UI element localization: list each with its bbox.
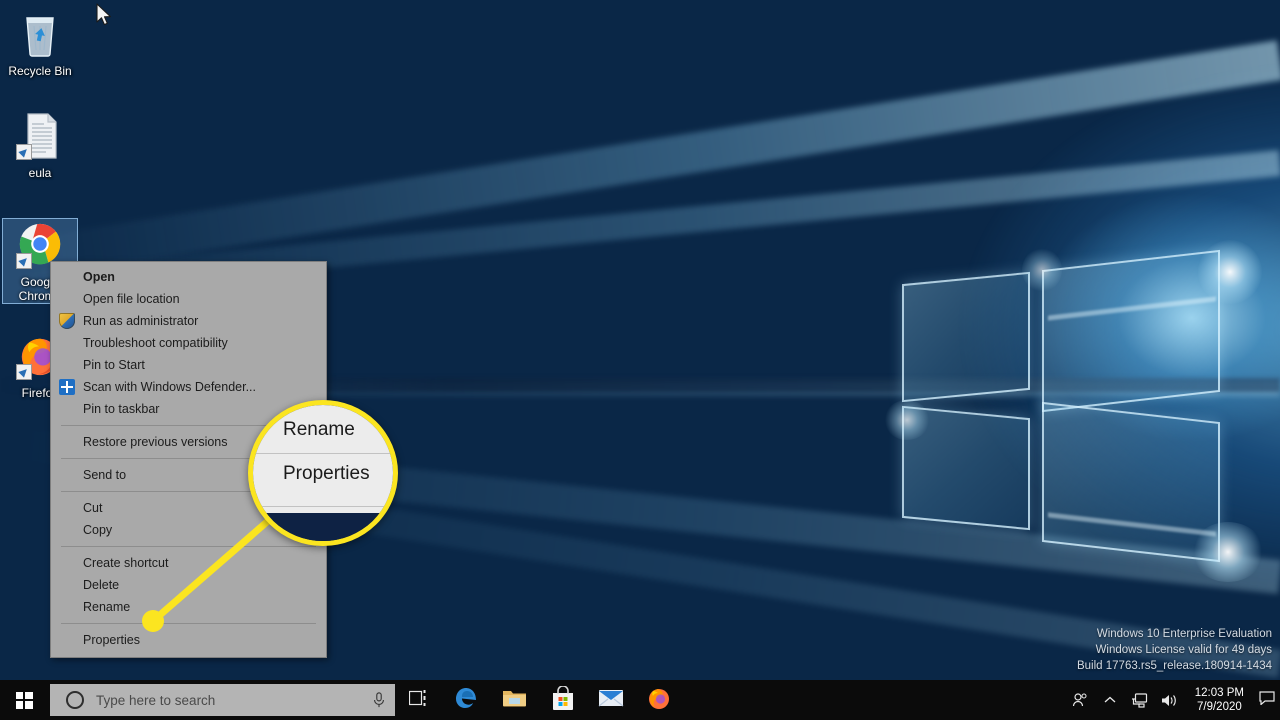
firefox-icon (647, 686, 671, 715)
menu-item-open[interactable]: Open (51, 266, 326, 288)
menu-item-label: Delete (83, 578, 120, 592)
menu-item-open-file-location[interactable]: Open file location (51, 288, 326, 310)
menu-item-label: Troubleshoot compatibility (83, 336, 228, 350)
menu-item-label: Send to (83, 468, 127, 482)
cortana-circle-icon (66, 691, 84, 709)
magnifier-content: Rename Properties (253, 405, 393, 541)
shield-icon (59, 313, 75, 329)
menu-item-properties[interactable]: Properties (51, 629, 326, 651)
menu-item-troubleshoot-compatibility[interactable]: Troubleshoot compatibility (51, 332, 326, 354)
microsoft-edge-icon (454, 685, 480, 716)
clock-time: 12:03 PM (1194, 687, 1244, 699)
action-center-button[interactable] (1254, 680, 1280, 720)
action-center-icon (1259, 690, 1275, 710)
menu-item-rename[interactable]: Rename (51, 596, 326, 618)
taskbar-edge-button[interactable] (443, 680, 491, 720)
menu-item-delete[interactable]: Delete (51, 574, 326, 596)
magnified-item-rename: Rename (283, 419, 355, 440)
menu-item-label: Rename (83, 600, 131, 614)
speaker-icon[interactable] (1155, 680, 1185, 720)
logo-sparkle (884, 400, 930, 440)
desktop-icon-recycle-bin[interactable]: Recycle Bin (2, 8, 78, 78)
microsoft-store-icon (552, 684, 574, 715)
task-view-button[interactable] (395, 680, 443, 720)
logo-sparkle (1022, 248, 1062, 292)
logo-pane-bottom-right (1042, 401, 1220, 563)
watermark-line-2: Windows License valid for 49 days (1095, 644, 1272, 656)
menu-item-label: Properties (83, 633, 140, 647)
watermark-line-3: Build 17763.rs5_release.180914-1434 (1076, 660, 1272, 672)
microphone-icon[interactable] (363, 684, 395, 716)
watermark-line-1: Windows 10 Enterprise Evaluation (1096, 628, 1272, 640)
magnifier-separator (253, 453, 393, 454)
windows-activation-watermark: Windows 10 Enterprise Evaluation Windows… (1077, 626, 1272, 674)
taskbar-store-button[interactable] (539, 680, 587, 720)
menu-item-label: Restore previous versions (83, 435, 228, 449)
desktop-icon-label: Recycle Bin (8, 64, 72, 78)
file-explorer-icon (502, 687, 528, 714)
magnifier-callout: Rename Properties (248, 400, 398, 546)
menu-item-run-as-administrator[interactable]: Run as administrator (51, 310, 326, 332)
search-input[interactable]: Type here to search (50, 684, 395, 716)
network-icon[interactable] (1125, 680, 1155, 720)
taskbar-firefox-button[interactable] (635, 680, 683, 720)
menu-separator (61, 623, 316, 624)
windows-defender-icon (59, 379, 75, 395)
taskbar-file-explorer-button[interactable] (491, 680, 539, 720)
windows-start-icon (15, 691, 33, 709)
menu-item-label: Pin to Start (83, 358, 145, 372)
logo-sparkle (1198, 240, 1262, 304)
menu-item-label: Open file location (83, 292, 180, 306)
chevron-up-icon[interactable] (1095, 680, 1125, 720)
task-view-icon (408, 689, 429, 712)
menu-item-label: Pin to taskbar (83, 402, 160, 416)
menu-item-label: Cut (83, 501, 103, 515)
magnifier-separator (253, 506, 393, 507)
desktop-icon-eula[interactable]: eula (2, 110, 78, 180)
clock-date: 7/9/2020 (1197, 701, 1242, 713)
logo-pane-top-right (1042, 249, 1220, 413)
shortcut-overlay-icon (16, 253, 32, 269)
menu-item-create-shortcut[interactable]: Create shortcut (51, 552, 326, 574)
logo-sparkle (1192, 522, 1264, 582)
menu-item-label: Open (83, 270, 115, 284)
menu-item-label: Create shortcut (83, 556, 169, 570)
desktop-icon-label: eula (28, 166, 52, 180)
menu-item-label: Scan with Windows Defender... (83, 380, 256, 394)
taskbar: Type here to search 12:03 PM 7/9/2020 (0, 680, 1280, 720)
magnifier-menu-surface: Rename Properties (253, 405, 393, 513)
menu-item-label: Run as administrator (83, 314, 199, 328)
magnified-item-properties: Properties (283, 463, 370, 484)
system-tray: 12:03 PM 7/9/2020 (1065, 680, 1280, 720)
shortcut-overlay-icon (16, 364, 32, 380)
recycle-bin-icon (16, 8, 64, 60)
start-button[interactable] (0, 680, 48, 720)
mail-icon (598, 688, 624, 713)
menu-item-scan-with-windows-defender[interactable]: Scan with Windows Defender... (51, 376, 326, 398)
text-document-icon (16, 110, 64, 162)
desktop-screen: Recycle Bin eula Google Chrome Firefox O… (0, 0, 1280, 720)
windows-logo-wallpaper (880, 230, 1264, 582)
shortcut-overlay-icon (16, 144, 32, 160)
search-placeholder: Type here to search (96, 692, 216, 708)
logo-pane-top-left (902, 271, 1030, 403)
menu-separator (61, 546, 316, 547)
taskbar-mail-button[interactable] (587, 680, 635, 720)
people-icon[interactable] (1065, 680, 1095, 720)
taskbar-clock[interactable]: 12:03 PM 7/9/2020 (1185, 686, 1254, 714)
menu-item-label: Copy (83, 523, 113, 537)
menu-item-pin-to-start[interactable]: Pin to Start (51, 354, 326, 376)
